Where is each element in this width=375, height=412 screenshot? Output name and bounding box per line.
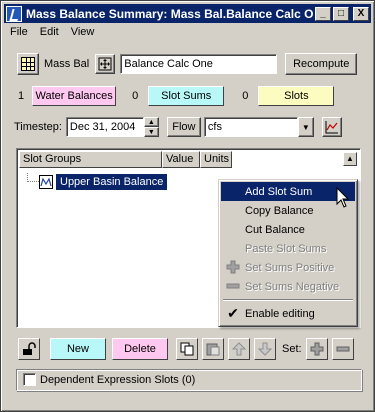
plot-button[interactable] — [321, 117, 342, 137]
grid-icon — [21, 57, 35, 71]
chart-icon — [325, 121, 338, 134]
move-arrows-icon — [98, 57, 112, 71]
menu-item-cut-balance[interactable]: Cut Balance — [221, 220, 355, 239]
paste-icon — [206, 343, 220, 356]
timestep-date-field[interactable]: Dec 31, 2004 — [65, 117, 144, 137]
plus-icon — [310, 342, 324, 356]
open-object-button[interactable] — [95, 54, 116, 74]
unlock-icon — [23, 342, 36, 355]
menu-item-label: Enable editing — [245, 307, 315, 320]
row-name: Upper Basin Balance — [56, 173, 168, 190]
spin-down-icon[interactable]: ▼ — [143, 127, 159, 137]
menu-item-copy-balance[interactable]: Copy Balance — [221, 201, 355, 220]
slot-sums-button[interactable]: Slot Sums — [148, 86, 225, 106]
new-button[interactable]: New — [50, 338, 106, 360]
maximize-button[interactable]: □ — [333, 6, 349, 21]
delete-button[interactable]: Delete — [112, 338, 168, 360]
menu-item-label: Cut Balance — [245, 223, 305, 236]
mouse-cursor-icon — [336, 187, 350, 208]
mass-balance-window: Mass Balance Summary: Mass Bal.Balance C… — [0, 0, 375, 412]
menu-file[interactable]: File — [4, 24, 34, 42]
balance-icon — [39, 174, 53, 189]
spin-up-icon[interactable]: ▲ — [143, 117, 159, 127]
set-positive-button[interactable] — [305, 338, 328, 360]
name-toolbar: Mass Bal Balance Calc One Recompute — [17, 53, 358, 75]
slots-button[interactable]: Slots — [258, 86, 335, 106]
menu-item-set-sums-negative[interactable]: Set Sums Negative — [221, 277, 355, 296]
title-bar[interactable]: Mass Balance Summary: Mass Bal.Balance C… — [4, 4, 371, 23]
menu-item-label: Set Sums Positive — [245, 261, 335, 274]
timestep-row: Timestep: Dec 31, 2004 ▲ ▼ Flow cfs ▼ — [14, 117, 342, 137]
menu-edit[interactable]: Edit — [34, 24, 65, 42]
copy-button[interactable] — [176, 338, 198, 360]
water-balances-count: 1 — [18, 90, 25, 102]
menu-item-enable-editing[interactable]: ✔ Enable editing — [221, 304, 355, 323]
arrow-down-icon — [258, 342, 272, 356]
date-spinner[interactable]: ▲ ▼ — [143, 117, 159, 137]
unit-select[interactable]: cfs — [203, 117, 298, 137]
menu-item-label: Paste Slot Sums — [245, 242, 327, 255]
set-label: Set: — [282, 343, 302, 355]
menu-view[interactable]: View — [65, 24, 101, 42]
minus-icon — [336, 346, 350, 352]
menu-item-set-sums-positive[interactable]: Set Sums Positive — [221, 258, 355, 277]
menu-item-add-slot-sum[interactable]: Add Slot Sum — [221, 182, 355, 201]
scroll-up-icon[interactable]: ▲ — [343, 152, 357, 166]
move-up-button[interactable] — [228, 338, 250, 360]
menu-item-label: Copy Balance — [245, 204, 314, 217]
lock-button[interactable] — [18, 338, 40, 360]
timestep-label: Timestep: — [14, 121, 62, 133]
dependent-slots-label: Dependent Expression Slots (0) — [40, 373, 196, 386]
minimize-button[interactable]: _ — [315, 6, 331, 21]
column-header-units[interactable]: Units — [200, 151, 232, 168]
menu-bar: File Edit View — [4, 24, 100, 42]
move-down-button[interactable] — [254, 338, 276, 360]
column-header-value[interactable]: Value — [162, 151, 200, 168]
menu-item-paste-slot-sums[interactable]: Paste Slot Sums — [221, 239, 355, 258]
water-balances-button[interactable]: Water Balances — [32, 86, 117, 106]
copy-icon — [180, 342, 194, 356]
chevron-down-icon[interactable]: ▼ — [297, 117, 314, 137]
check-icon: ✔ — [227, 305, 239, 321]
close-button[interactable]: X — [353, 6, 369, 21]
window-title: Mass Balance Summary: Mass Bal.Balance C… — [26, 6, 313, 21]
menu-item-label: Set Sums Negative — [245, 280, 340, 293]
slot-sums-count: 0 — [132, 90, 139, 102]
bottom-toolbar: New Delete Set: — [18, 338, 358, 360]
slot-table-button[interactable] — [17, 53, 39, 75]
plus-icon — [226, 260, 240, 274]
menu-separator — [223, 299, 353, 301]
counts-row: 1 Water Balances 0 Slot Sums 0 Slots — [18, 86, 335, 106]
mass-bal-label: Mass Bal — [44, 58, 90, 70]
recompute-button[interactable]: Recompute — [285, 53, 358, 75]
set-negative-button[interactable] — [331, 338, 354, 360]
table-row[interactable]: Upper Basin Balance — [39, 173, 168, 190]
tree-connector — [27, 173, 39, 182]
paste-button[interactable] — [202, 338, 224, 360]
dependent-slots-checkbox[interactable] — [23, 373, 36, 386]
flow-button[interactable]: Flow — [166, 117, 201, 137]
minus-icon — [226, 279, 240, 293]
balance-name-field[interactable]: Balance Calc One — [120, 54, 278, 74]
dependent-slots-toggle[interactable]: Dependent Expression Slots (0) — [23, 373, 195, 386]
dependent-slots-panel: Dependent Expression Slots (0) — [16, 369, 362, 391]
menu-item-label: Add Slot Sum — [245, 185, 313, 198]
app-icon — [6, 5, 22, 22]
column-header-slot-groups[interactable]: Slot Groups — [19, 151, 162, 168]
arrow-up-icon — [232, 342, 246, 356]
slots-count: 0 — [242, 90, 249, 102]
